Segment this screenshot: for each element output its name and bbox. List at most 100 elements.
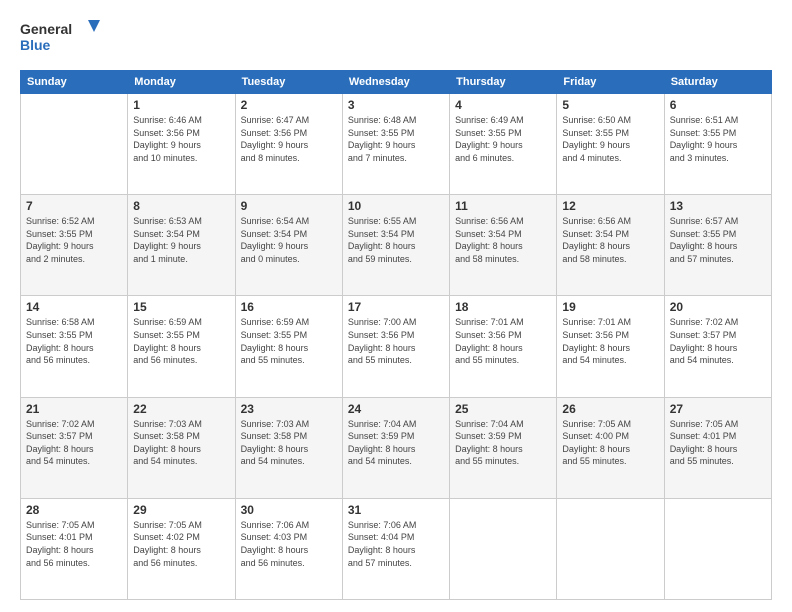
header: General Blue	[20, 16, 772, 60]
day-number: 19	[562, 300, 658, 314]
day-number: 22	[133, 402, 229, 416]
logo: General Blue	[20, 16, 100, 60]
day-info: Sunrise: 6:51 AMSunset: 3:55 PMDaylight:…	[670, 114, 766, 164]
day-info: Sunrise: 6:58 AMSunset: 3:55 PMDaylight:…	[26, 316, 122, 366]
calendar-week-row: 28 Sunrise: 7:05 AMSunset: 4:01 PMDayligh…	[21, 498, 772, 599]
day-number: 1	[133, 98, 229, 112]
day-info: Sunrise: 7:05 AMSunset: 4:00 PMDaylight:…	[562, 418, 658, 468]
calendar-cell: 22 Sunrise: 7:03 AMSunset: 3:58 PMDayligh…	[128, 397, 235, 498]
calendar-header-day: Thursday	[450, 71, 557, 94]
calendar-cell: 1 Sunrise: 6:46 AMSunset: 3:56 PMDaylight…	[128, 94, 235, 195]
day-info: Sunrise: 7:06 AMSunset: 4:03 PMDaylight:…	[241, 519, 337, 569]
day-number: 30	[241, 503, 337, 517]
calendar-cell: 30 Sunrise: 7:06 AMSunset: 4:03 PMDayligh…	[235, 498, 342, 599]
day-info: Sunrise: 6:56 AMSunset: 3:54 PMDaylight:…	[455, 215, 551, 265]
day-number: 17	[348, 300, 444, 314]
calendar-cell: 28 Sunrise: 7:05 AMSunset: 4:01 PMDayligh…	[21, 498, 128, 599]
day-info: Sunrise: 6:56 AMSunset: 3:54 PMDaylight:…	[562, 215, 658, 265]
day-info: Sunrise: 6:59 AMSunset: 3:55 PMDaylight:…	[241, 316, 337, 366]
calendar-week-row: 21 Sunrise: 7:02 AMSunset: 3:57 PMDayligh…	[21, 397, 772, 498]
day-number: 18	[455, 300, 551, 314]
calendar-cell: 19 Sunrise: 7:01 AMSunset: 3:56 PMDayligh…	[557, 296, 664, 397]
day-number: 29	[133, 503, 229, 517]
day-info: Sunrise: 6:52 AMSunset: 3:55 PMDaylight:…	[26, 215, 122, 265]
calendar-cell: 12 Sunrise: 6:56 AMSunset: 3:54 PMDayligh…	[557, 195, 664, 296]
calendar-cell: 31Sunrise: 7:06 AMSunset: 4:04 PMDayligh…	[342, 498, 449, 599]
calendar-header-row: SundayMondayTuesdayWednesdayThursdayFrid…	[21, 71, 772, 94]
calendar-cell: 13 Sunrise: 6:57 AMSunset: 3:55 PMDayligh…	[664, 195, 771, 296]
day-number: 21	[26, 402, 122, 416]
day-info: Sunrise: 6:57 AMSunset: 3:55 PMDaylight:…	[670, 215, 766, 265]
calendar-cell: 21 Sunrise: 7:02 AMSunset: 3:57 PMDayligh…	[21, 397, 128, 498]
calendar-cell: 23Sunrise: 7:03 AMSunset: 3:58 PMDayligh…	[235, 397, 342, 498]
calendar-cell	[557, 498, 664, 599]
day-info: Sunrise: 7:04 AMSunset: 3:59 PMDaylight:…	[455, 418, 551, 468]
calendar-cell	[21, 94, 128, 195]
calendar-week-row: 1 Sunrise: 6:46 AMSunset: 3:56 PMDaylight…	[21, 94, 772, 195]
calendar-header-day: Wednesday	[342, 71, 449, 94]
day-info: Sunrise: 6:48 AMSunset: 3:55 PMDaylight:…	[348, 114, 444, 164]
calendar-cell: 15Sunrise: 6:59 AMSunset: 3:55 PMDayligh…	[128, 296, 235, 397]
day-info: Sunrise: 7:02 AMSunset: 3:57 PMDaylight:…	[670, 316, 766, 366]
day-number: 13	[670, 199, 766, 213]
day-number: 2	[241, 98, 337, 112]
day-info: Sunrise: 6:54 AMSunset: 3:54 PMDaylight:…	[241, 215, 337, 265]
day-number: 9	[241, 199, 337, 213]
day-number: 14	[26, 300, 122, 314]
day-number: 12	[562, 199, 658, 213]
day-info: Sunrise: 7:03 AMSunset: 3:58 PMDaylight:…	[133, 418, 229, 468]
day-number: 25	[455, 402, 551, 416]
day-info: Sunrise: 7:00 AMSunset: 3:56 PMDaylight:…	[348, 316, 444, 366]
day-number: 7	[26, 199, 122, 213]
calendar-cell: 10Sunrise: 6:55 AMSunset: 3:54 PMDayligh…	[342, 195, 449, 296]
day-info: Sunrise: 6:55 AMSunset: 3:54 PMDaylight:…	[348, 215, 444, 265]
calendar-cell: 24 Sunrise: 7:04 AMSunset: 3:59 PMDayligh…	[342, 397, 449, 498]
calendar-cell: 16 Sunrise: 6:59 AMSunset: 3:55 PMDayligh…	[235, 296, 342, 397]
day-number: 27	[670, 402, 766, 416]
day-info: Sunrise: 7:05 AMSunset: 4:01 PMDaylight:…	[26, 519, 122, 569]
calendar-cell	[664, 498, 771, 599]
day-info: Sunrise: 7:03 AMSunset: 3:58 PMDaylight:…	[241, 418, 337, 468]
day-number: 16	[241, 300, 337, 314]
calendar-header-day: Sunday	[21, 71, 128, 94]
day-info: Sunrise: 6:46 AMSunset: 3:56 PMDaylight:…	[133, 114, 229, 164]
day-info: Sunrise: 6:50 AMSunset: 3:55 PMDaylight:…	[562, 114, 658, 164]
calendar-cell: 11Sunrise: 6:56 AMSunset: 3:54 PMDayligh…	[450, 195, 557, 296]
day-info: Sunrise: 7:05 AMSunset: 4:02 PMDaylight:…	[133, 519, 229, 569]
calendar-week-row: 14 Sunrise: 6:58 AMSunset: 3:55 PMDayligh…	[21, 296, 772, 397]
day-info: Sunrise: 7:05 AMSunset: 4:01 PMDaylight:…	[670, 418, 766, 468]
day-info: Sunrise: 6:47 AMSunset: 3:56 PMDaylight:…	[241, 114, 337, 164]
page: General Blue SundayMondayTuesdayWednesda…	[0, 0, 792, 612]
calendar-cell: 27 Sunrise: 7:05 AMSunset: 4:01 PMDayligh…	[664, 397, 771, 498]
calendar-header-day: Monday	[128, 71, 235, 94]
day-info: Sunrise: 7:02 AMSunset: 3:57 PMDaylight:…	[26, 418, 122, 468]
calendar-cell: 5Sunrise: 6:50 AMSunset: 3:55 PMDaylight…	[557, 94, 664, 195]
calendar-header-day: Saturday	[664, 71, 771, 94]
calendar-cell: 26 Sunrise: 7:05 AMSunset: 4:00 PMDayligh…	[557, 397, 664, 498]
logo-svg: General Blue	[20, 16, 100, 60]
day-info: Sunrise: 6:49 AMSunset: 3:55 PMDaylight:…	[455, 114, 551, 164]
day-number: 24	[348, 402, 444, 416]
calendar-cell	[450, 498, 557, 599]
day-number: 4	[455, 98, 551, 112]
calendar-cell: 8Sunrise: 6:53 AMSunset: 3:54 PMDaylight…	[128, 195, 235, 296]
calendar-cell: 14 Sunrise: 6:58 AMSunset: 3:55 PMDayligh…	[21, 296, 128, 397]
calendar-table: SundayMondayTuesdayWednesdayThursdayFrid…	[20, 70, 772, 600]
calendar-cell: 25 Sunrise: 7:04 AMSunset: 3:59 PMDayligh…	[450, 397, 557, 498]
calendar-cell: 6Sunrise: 6:51 AMSunset: 3:55 PMDaylight…	[664, 94, 771, 195]
day-info: Sunrise: 7:01 AMSunset: 3:56 PMDaylight:…	[562, 316, 658, 366]
calendar-header-day: Tuesday	[235, 71, 342, 94]
svg-text:Blue: Blue	[20, 37, 51, 53]
day-number: 26	[562, 402, 658, 416]
day-number: 15	[133, 300, 229, 314]
svg-text:General: General	[20, 21, 72, 37]
day-info: Sunrise: 7:04 AMSunset: 3:59 PMDaylight:…	[348, 418, 444, 468]
calendar-cell: 2 Sunrise: 6:47 AMSunset: 3:56 PMDaylight…	[235, 94, 342, 195]
calendar-cell: 3Sunrise: 6:48 AMSunset: 3:55 PMDaylight…	[342, 94, 449, 195]
day-info: Sunrise: 6:53 AMSunset: 3:54 PMDaylight:…	[133, 215, 229, 265]
day-number: 28	[26, 503, 122, 517]
day-info: Sunrise: 7:06 AMSunset: 4:04 PMDaylight:…	[348, 519, 444, 569]
calendar-body: 1 Sunrise: 6:46 AMSunset: 3:56 PMDaylight…	[21, 94, 772, 600]
calendar-cell: 7 Sunrise: 6:52 AMSunset: 3:55 PMDaylight…	[21, 195, 128, 296]
day-number: 20	[670, 300, 766, 314]
